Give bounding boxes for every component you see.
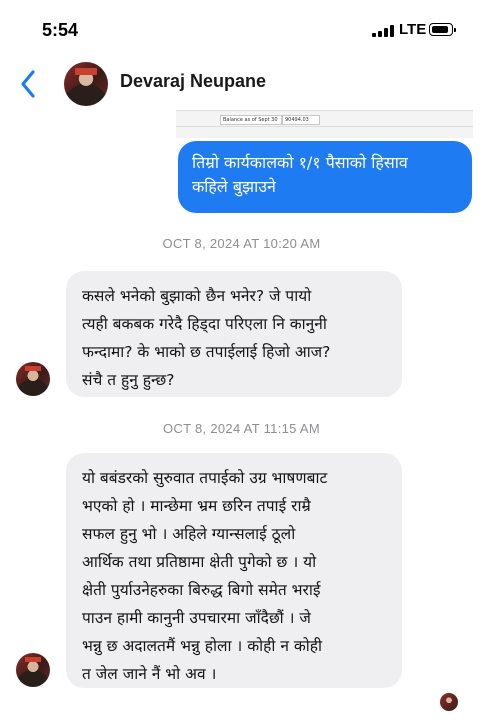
status-time: 5:54 <box>42 20 79 40</box>
message-line: पाउन हामी कानुनी उपचारमा जाँदैछौं । जे <box>82 609 311 627</box>
attachment-value: 90494.03 <box>282 115 320 125</box>
status-bar: 5:54 LTE <box>0 0 483 56</box>
message-line: कहिले बुझाउने <box>192 177 276 196</box>
message-line: भन्नु छ अदालतमैं भन्नु होला । कोही न कोह… <box>82 637 323 655</box>
sender-avatar[interactable] <box>16 362 50 396</box>
message-line: क्षेती पुर्याउनेहरुका बिरुद्ध बिगो समेत … <box>82 581 321 599</box>
sender-avatar[interactable] <box>16 653 50 687</box>
message-bubble-incoming[interactable]: कसले भनेको बुझाको छैन भनेर? जे पायो त्यह… <box>66 271 402 397</box>
read-receipt-avatar <box>440 693 458 711</box>
message-line: भएको हो । मान्छेमा भ्रम छरिन तपाई राम्रै <box>82 497 311 515</box>
back-button[interactable] <box>14 66 44 102</box>
message-timestamp: OCT 8, 2024 AT 10:20 AM <box>162 236 321 251</box>
attachment-label: Balance as of Sept 30 <box>220 115 282 125</box>
chevron-left-icon <box>21 70 35 98</box>
message-line: आर्थिक तथा प्रतिष्ठामा क्षेती पुगेको छ ।… <box>82 553 317 571</box>
message-line: तिम्रो कार्यकालको १/१ पैसाको हिसाव <box>192 153 408 172</box>
message-bubble-incoming[interactable]: यो बबंडरको सुरुवात तपाईको उग्र भाषणबाट भ… <box>66 453 402 688</box>
message-line: संचै त हुनु हुन्छ? <box>82 371 175 389</box>
message-line: त जेल जाने नैं भो अव । <box>82 665 217 683</box>
contact-avatar[interactable] <box>64 62 108 106</box>
network-type-label: LTE <box>399 21 427 38</box>
message-line: कसले भनेको बुझाको छैन भनेर? जे पायो <box>82 287 312 305</box>
conversation-header: Devaraj Neupane <box>0 56 483 112</box>
contact-name[interactable]: Devaraj Neupane <box>120 71 266 92</box>
attachment-preview[interactable]: Balance as of Sept 30 90494.03 <box>176 110 473 138</box>
cellular-signal-icon <box>372 25 394 37</box>
message-timestamp: OCT 8, 2024 AT 11:15 AM <box>163 421 320 436</box>
message-line: सफल हुनु भो । अहिले ग्यान्सलाई ठूलो <box>82 525 296 543</box>
message-line: यो बबंडरको सुरुवात तपाईको उग्र भाषणबाट <box>82 469 328 487</box>
message-line: फन्दामा? के भाको छ तपाईलाई हिजो आज? <box>82 343 331 361</box>
message-bubble-outgoing[interactable]: तिम्रो कार्यकालको १/१ पैसाको हिसाव कहिले… <box>178 141 472 213</box>
battery-icon <box>429 23 456 36</box>
message-line: त्यही बकबक गरेदै हिड्दा परिएला नि कानुनी <box>82 315 327 333</box>
